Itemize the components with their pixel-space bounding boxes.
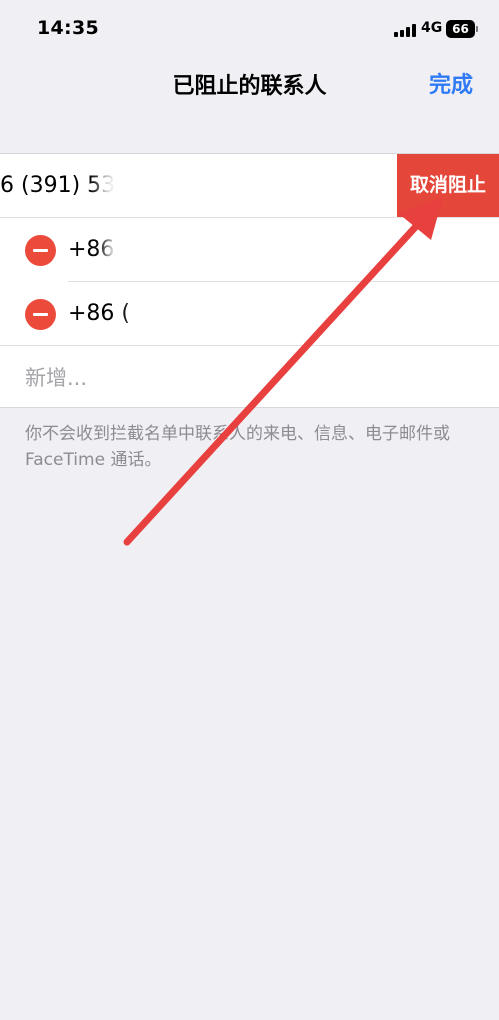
status-time: 14:35 [37, 17, 99, 39]
status-bar: 14:35 4G 66 [0, 0, 499, 56]
redaction-blur [100, 168, 230, 204]
unblock-button[interactable]: 取消阻止 [397, 154, 499, 217]
add-new-row[interactable]: 新增... [0, 346, 499, 409]
done-button[interactable]: 完成 [429, 67, 473, 99]
page-title: 已阻止的联系人 [172, 74, 327, 99]
minus-circle-icon[interactable] [25, 299, 56, 330]
add-new-button[interactable]: 新增... [25, 346, 87, 410]
contact-number: +86 ( [68, 301, 131, 326]
battery-cap [476, 26, 478, 32]
redaction-blur [106, 234, 291, 268]
blocked-list-note: 你不会收到拦截名单中联系人的来电、信息、电子邮件或 FaceTime 通话。 [25, 424, 450, 470]
battery-icon: 66 [446, 20, 475, 38]
minus-circle-icon[interactable] [25, 235, 56, 266]
blocked-contact-row[interactable]: +86 ( [0, 282, 499, 346]
network-type: 4G [421, 20, 443, 36]
cellular-signal-icon [394, 24, 416, 37]
blocked-contact-row[interactable]: +86 [0, 218, 499, 282]
blocked-contact-row[interactable]: 6 (391) 53 取消阻止 [0, 154, 499, 218]
contact-number: 6 (391) 53 [0, 173, 116, 198]
battery-level: 66 [452, 22, 469, 36]
redaction-blur [132, 298, 342, 332]
blocked-contacts-list: 6 (391) 53 取消阻止 +86 +86 ( 新增... [0, 153, 499, 408]
